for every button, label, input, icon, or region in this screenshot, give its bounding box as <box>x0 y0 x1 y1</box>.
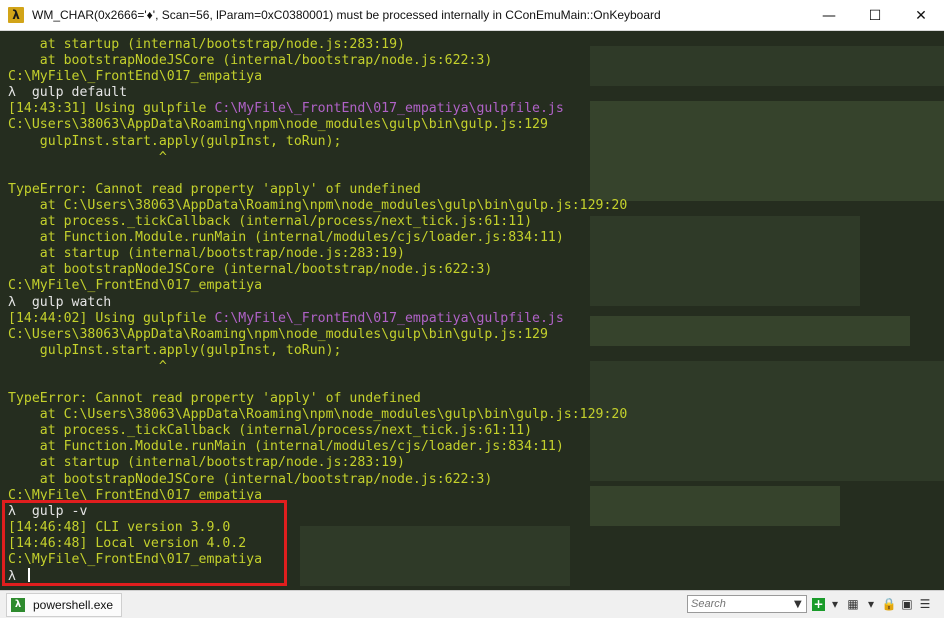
terminal-line: λ gulp watch <box>8 295 111 310</box>
terminal-line: C:\Users\38063\AppData\Roaming\npm\node_… <box>8 327 548 342</box>
terminal-segment: [14:44:02] Using gulpfile <box>8 310 215 326</box>
status-toolbar: + ▾ ▦ ▾ 🔒 ▣ ☰ <box>812 595 933 613</box>
terminal-segment: λ <box>8 294 24 310</box>
terminal-line: at Function.Module.runMain (internal/mod… <box>8 439 564 454</box>
background-panel <box>590 46 944 86</box>
terminal-line: at bootstrapNodeJSCore (internal/bootstr… <box>8 471 493 487</box>
terminal-line: at C:\Users\38063\AppData\Roaming\npm\no… <box>8 407 628 423</box>
terminal-line: at Function.Module.runMain (internal/mod… <box>8 230 564 245</box>
terminal-line: λ gulp default <box>8 85 127 100</box>
background-panel <box>590 486 840 526</box>
background-panel <box>590 361 944 481</box>
terminal-segment: [14:43:31] Using gulpfile <box>8 101 215 117</box>
search-input[interactable] <box>688 597 794 611</box>
background-panel <box>590 101 944 201</box>
terminal-segment: ^ <box>8 149 167 165</box>
terminal-line: at startup (internal/bootstrap/node.js:2… <box>8 455 405 470</box>
terminal-line: at C:\Users\38063\AppData\Roaming\npm\no… <box>8 197 628 213</box>
window-controls: — ☐ ✕ <box>806 0 944 31</box>
terminal-line: at process._tickCallback (internal/proce… <box>8 214 532 229</box>
search-icon[interactable]: ▼ <box>794 599 802 610</box>
terminal-segment: gulp watch <box>23 294 112 310</box>
title-bar: λ WM_CHAR(0x2666='♦', Scan=56, lParam=0x… <box>0 0 944 31</box>
minimize-button[interactable]: — <box>806 0 852 31</box>
background-panel <box>590 316 910 346</box>
terminal-segment: C:\MyFile\_FrontEnd\017_empatiya\gulpfil… <box>214 310 564 326</box>
terminal-line: [14:44:02] Using gulpfile C:\MyFile\_Fro… <box>8 311 564 326</box>
terminal-segment: λ <box>8 85 24 101</box>
dropdown-icon[interactable]: ▾ <box>863 595 879 613</box>
terminal-line: at startup (internal/bootstrap/node.js:2… <box>8 246 405 261</box>
terminal-segment: at process._tickCallback (internal/proce… <box>8 214 533 230</box>
terminal-segment: at startup (internal/bootstrap/node.js:2… <box>8 246 405 262</box>
terminal-segment: at startup (internal/bootstrap/node.js:2… <box>8 455 405 471</box>
terminal-line: at process._tickCallback (internal/proce… <box>8 423 532 438</box>
search-box[interactable]: ▼ <box>687 595 807 613</box>
terminal-segment: gulpInst.start.apply(gulpInst, toRun); <box>8 133 342 149</box>
panel-icon[interactable]: ▣ <box>899 595 915 613</box>
terminal-line: at bootstrapNodeJSCore (internal/bootstr… <box>8 262 493 278</box>
terminal-segment: at bootstrapNodeJSCore (internal/bootstr… <box>8 471 493 487</box>
window-title: WM_CHAR(0x2666='♦', Scan=56, lParam=0xC0… <box>32 8 661 22</box>
terminal-segment: at startup (internal/bootstrap/node.js:2… <box>8 37 405 52</box>
terminal-line: C:\MyFile\_FrontEnd\017_empatiya <box>8 69 262 84</box>
tab-label: powershell.exe <box>33 597 114 612</box>
terminal-line: at startup (internal/bootstrap/node.js:2… <box>8 37 405 52</box>
terminal-segment: C:\Users\38063\AppData\Roaming\npm\node_… <box>8 326 548 342</box>
terminal-segment: at bootstrapNodeJSCore (internal/bootstr… <box>8 262 493 278</box>
terminal-line: TypeError: Cannot read property 'apply' … <box>8 391 421 406</box>
maximize-button[interactable]: ☐ <box>852 0 898 31</box>
terminal-line: ^ <box>8 150 167 165</box>
terminal-line: ^ <box>8 359 167 374</box>
terminal-line: gulpInst.start.apply(gulpInst, toRun); <box>8 342 342 358</box>
terminal-segment: at C:\Users\38063\AppData\Roaming\npm\no… <box>8 197 628 213</box>
status-bar: λ powershell.exe ▼ + ▾ ▦ ▾ 🔒 ▣ ☰ <box>0 590 944 618</box>
tab-powershell[interactable]: λ powershell.exe <box>6 592 123 617</box>
terminal-line: [14:43:31] Using gulpfile C:\MyFile\_Fro… <box>8 101 564 116</box>
background-panel <box>590 216 860 306</box>
terminal-line: gulpInst.start.apply(gulpInst, toRun); <box>8 133 342 149</box>
terminal-segment: gulp default <box>23 85 128 101</box>
terminal-segment: at process._tickCallback (internal/proce… <box>8 423 533 439</box>
terminal-segment: at Function.Module.runMain (internal/mod… <box>8 230 564 246</box>
terminal-segment: ^ <box>8 358 167 374</box>
terminal-line: C:\Users\38063\AppData\Roaming\npm\node_… <box>8 117 548 132</box>
terminal-segment: at bootstrapNodeJSCore (internal/bootstr… <box>8 53 493 69</box>
lock-icon[interactable]: 🔒 <box>881 595 897 613</box>
menu-icon[interactable]: ☰ <box>917 595 933 613</box>
terminal-segment: C:\Users\38063\AppData\Roaming\npm\node_… <box>8 117 548 133</box>
close-button[interactable]: ✕ <box>898 0 944 31</box>
terminal-line: C:\MyFile\_FrontEnd\017_empatiya <box>8 278 262 293</box>
layout-icon[interactable]: ▦ <box>845 595 861 613</box>
terminal-segment: C:\MyFile\_FrontEnd\017_empatiya <box>8 278 263 294</box>
terminal-segment: C:\MyFile\_FrontEnd\017_empatiya\gulpfil… <box>214 101 564 117</box>
highlight-box <box>2 500 287 586</box>
add-icon[interactable]: + <box>812 597 825 611</box>
console-icon: λ <box>11 597 25 612</box>
terminal-segment: TypeError: Cannot read property 'apply' … <box>8 181 421 197</box>
terminal-segment: TypeError: Cannot read property 'apply' … <box>8 391 421 407</box>
terminal-line: at bootstrapNodeJSCore (internal/bootstr… <box>8 53 493 69</box>
terminal-segment: at Function.Module.runMain (internal/mod… <box>8 439 564 455</box>
conemu-app-icon[interactable]: λ <box>8 7 24 23</box>
console-area[interactable]: at startup (internal/bootstrap/node.js:2… <box>0 31 944 590</box>
dropdown-icon[interactable]: ▾ <box>827 595 843 613</box>
terminal-segment: gulpInst.start.apply(gulpInst, toRun); <box>8 342 342 358</box>
terminal-line: TypeError: Cannot read property 'apply' … <box>8 182 421 197</box>
terminal-segment: C:\MyFile\_FrontEnd\017_empatiya <box>8 69 263 85</box>
terminal-segment: at C:\Users\38063\AppData\Roaming\npm\no… <box>8 407 628 423</box>
